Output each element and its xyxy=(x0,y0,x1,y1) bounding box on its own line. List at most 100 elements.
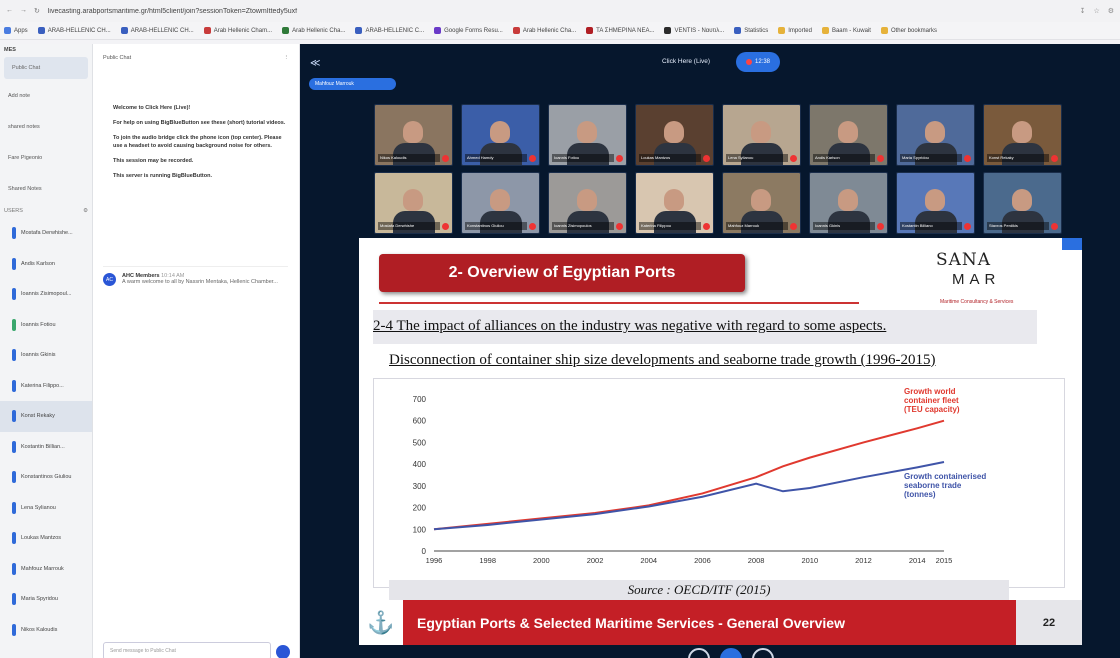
chat-panel: Public Chat ⋮ Welcome to Click Here (Liv… xyxy=(93,44,300,658)
user-list-item[interactable]: Ioannis Fotiou xyxy=(0,310,92,341)
bookmark-label: Other bookmarks xyxy=(890,27,937,34)
welcome-line: Welcome to Click Here (Live)! xyxy=(113,105,191,111)
x-tick-label: 2010 xyxy=(801,556,818,565)
bookmark-item[interactable]: Imported xyxy=(778,27,812,34)
bookmark-label: Arab Hellenic Cha... xyxy=(292,27,346,34)
camera-button[interactable] xyxy=(752,648,774,658)
video-tile[interactable]: Andis Karlson xyxy=(809,104,888,166)
video-tile[interactable]: Ioannis Zisimopoulos xyxy=(548,172,627,234)
bookmark-icon xyxy=(434,27,442,34)
bookmark-icon xyxy=(37,27,45,34)
bookmark-item[interactable]: Other bookmarks xyxy=(880,27,937,34)
url-field[interactable]: livecasting.arabportsmaritime.gr/html5cl… xyxy=(48,8,1080,15)
bookmark-item[interactable]: ARAB-HELLENIC CH... xyxy=(120,27,194,34)
notes-list: Add note shared notes Fare Pigeonio xyxy=(0,80,92,173)
settings-icon[interactable]: ⚙ xyxy=(1108,7,1114,15)
user-list-item[interactable]: Loukas Mantzos xyxy=(0,523,92,554)
bookmark-item[interactable]: ΤΑ ΣΗΜΕΡΙΝΑ ΝΕΑ... xyxy=(586,27,654,34)
video-tile[interactable]: Ioannis Gkinis xyxy=(809,172,888,234)
user-list-item[interactable]: Lena Sylianou xyxy=(0,493,92,524)
user-list-item[interactable]: Mostafa Derwhishe... xyxy=(0,218,92,249)
bookmark-item[interactable]: ARAB-HELLENIC CH... xyxy=(37,27,111,34)
x-tick-label: 1998 xyxy=(479,556,496,565)
video-tile[interactable]: Ahmed Hamdy xyxy=(461,104,540,166)
star-icon[interactable]: ☆ xyxy=(1093,7,1099,15)
bookmark-item[interactable]: Arab Hellenic Cha... xyxy=(512,27,576,34)
bookmark-item[interactable]: Apps xyxy=(4,27,28,34)
sidebar-link[interactable]: Fare Pigeonio xyxy=(0,142,92,173)
participant-head xyxy=(577,189,597,211)
x-tick-label: 2014 xyxy=(909,556,926,565)
chat-message: AC AHC Members 10:14 AM A warm welcome t… xyxy=(103,266,288,286)
series-line xyxy=(433,419,945,531)
y-tick-label: 600 xyxy=(413,417,427,426)
participant-name: Maria Spyridou xyxy=(900,154,962,162)
forward-icon[interactable]: → xyxy=(20,7,27,15)
bookmark-item[interactable]: VENTIS - Ναυτιλ... xyxy=(664,27,724,34)
video-tile[interactable]: Nikos Kaloudis xyxy=(374,104,453,166)
x-tick-label: 2015 xyxy=(936,556,953,565)
recorded-line: This session may be recorded. xyxy=(113,158,194,164)
video-tile[interactable]: Katerina Filippou xyxy=(635,172,714,234)
user-avatar xyxy=(12,471,16,484)
download-icon[interactable]: ↧ xyxy=(1080,7,1086,15)
muted-mic-icon xyxy=(877,155,884,162)
user-list-item[interactable]: Andis Karlson xyxy=(0,249,92,280)
video-tile[interactable]: Lena Sylianou xyxy=(722,104,801,166)
bookmark-item[interactable]: Google Forms Resu... xyxy=(434,27,503,34)
user-list-item[interactable]: Kostantin Billian... xyxy=(0,432,92,463)
bookmark-icon xyxy=(355,27,363,34)
user-list-item[interactable]: Katerina Filippo... xyxy=(0,371,92,402)
x-tick-label: 2006 xyxy=(694,556,711,565)
back-icon[interactable]: ← xyxy=(6,7,13,15)
browser-actions: ↧ ☆ ⚙ xyxy=(1080,7,1114,15)
user-list-toggle-icon[interactable]: ≪ xyxy=(310,58,320,69)
user-avatar xyxy=(12,379,16,392)
logo-tagline: Maritime Consultancy & Services xyxy=(940,299,1014,305)
participant-name: Katerina Filippou xyxy=(639,222,701,230)
talker-name: Mahfouz Marrouk xyxy=(315,81,354,87)
user-list-item[interactable]: Konst Rekaky xyxy=(0,401,92,432)
bookmark-item[interactable]: Arab Hellenic Cham... xyxy=(203,27,272,34)
bookmark-item[interactable]: ARAB-HELLENIC C... xyxy=(355,27,424,34)
chat-title[interactable]: Public Chat xyxy=(103,55,131,61)
microphone-button[interactable] xyxy=(688,648,710,658)
chat-input[interactable]: Send message to Public Chat xyxy=(103,642,271,658)
video-tile[interactable]: Maria Spyridou xyxy=(896,104,975,166)
video-tile[interactable]: Stavros Perdikis xyxy=(983,172,1062,234)
user-list-item[interactable]: Maria Spyridou xyxy=(0,584,92,615)
muted-mic-icon xyxy=(529,223,536,230)
reload-icon[interactable]: ↻ xyxy=(34,7,40,15)
sidebar-link[interactable]: shared notes xyxy=(0,111,92,142)
recording-indicator[interactable]: 12:38 xyxy=(736,52,780,72)
chat-message-body: AHC Members 10:14 AM A warm welcome to a… xyxy=(122,273,278,286)
sidebar-link[interactable]: Add note xyxy=(0,80,92,111)
user-list-item[interactable]: Mahfouz Marrouk xyxy=(0,554,92,585)
video-tile[interactable]: Loukas Mantzos xyxy=(635,104,714,166)
audio-button[interactable] xyxy=(720,648,742,658)
video-tile[interactable]: Ioannis Fotiou xyxy=(548,104,627,166)
video-tile[interactable]: Kostantin Billiano xyxy=(896,172,975,234)
user-list-item[interactable]: Konstantinos Giuliou xyxy=(0,462,92,493)
more-options-icon[interactable]: ⋮ xyxy=(284,55,290,61)
send-button[interactable] xyxy=(276,645,290,658)
user-list-item[interactable]: Nikos Kaloudis xyxy=(0,615,92,646)
bookmark-item[interactable]: Baam - Kuwait xyxy=(821,27,871,34)
user-list-item[interactable]: Ioannis Zisimopoul... xyxy=(0,279,92,310)
participant-name: Andis Karlson xyxy=(813,154,875,162)
participant-name: Kostantin Billiano xyxy=(900,222,962,230)
video-tile[interactable]: Konst Rekaky xyxy=(983,104,1062,166)
gear-icon[interactable]: ⚙ xyxy=(83,208,88,214)
bookmark-item[interactable]: Statistics xyxy=(734,27,768,34)
user-avatar xyxy=(12,623,16,636)
muted-mic-icon xyxy=(1051,155,1058,162)
shared-notes-item[interactable]: Shared Notes xyxy=(0,173,92,204)
video-tile[interactable]: Konstantinos Giuliou xyxy=(461,172,540,234)
user-list-item[interactable]: Ioannis Gkinis xyxy=(0,340,92,371)
public-chat-item[interactable]: Public Chat xyxy=(4,57,88,79)
video-tile[interactable]: Mostafa Derwhishe xyxy=(374,172,453,234)
legend-label: (tonnes) xyxy=(904,490,936,499)
video-tile[interactable]: Mahfouz Marrouk xyxy=(722,172,801,234)
bookmark-item[interactable]: Arab Hellenic Cha... xyxy=(282,27,345,34)
system-message: Welcome to Click Here (Live)! For help o… xyxy=(113,104,291,187)
